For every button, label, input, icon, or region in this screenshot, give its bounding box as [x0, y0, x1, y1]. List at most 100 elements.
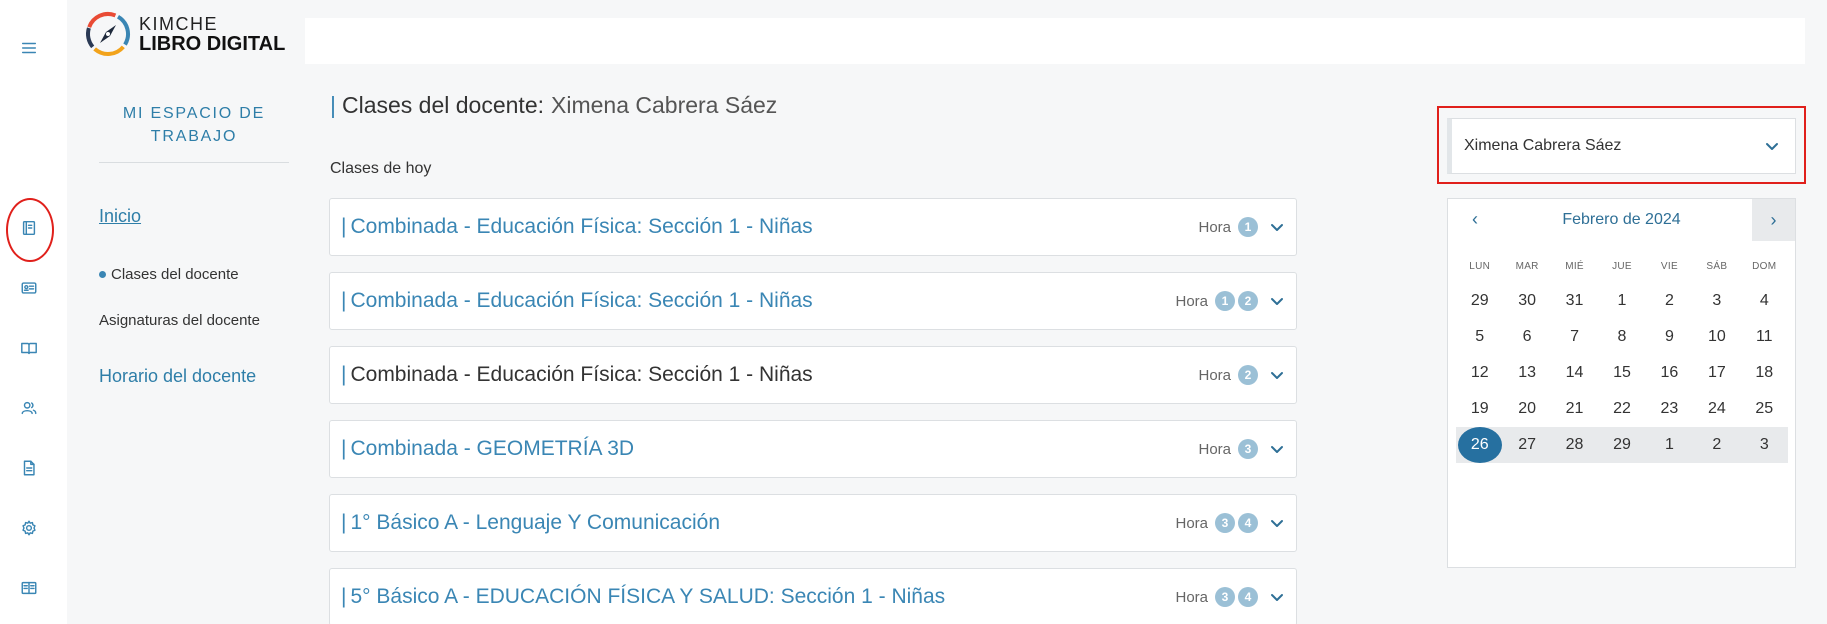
- workspace-title: MI ESPACIO DE TRABAJO: [122, 105, 266, 145]
- class-card[interactable]: | Combinada - Educación Física: Sección 1…: [329, 272, 1297, 330]
- calendar-day[interactable]: 29: [1598, 427, 1645, 463]
- users-icon[interactable]: [19, 398, 39, 418]
- teacher-select[interactable]: Ximena Cabrera Sáez: [1447, 118, 1796, 174]
- class-card[interactable]: | Combinada - GEOMETRÍA 3D Hora 3: [329, 420, 1297, 478]
- calendar-day[interactable]: 3: [1741, 427, 1788, 463]
- nav-asignaturas-docente[interactable]: Asignaturas del docente: [99, 312, 260, 329]
- calendar-day[interactable]: 10: [1693, 319, 1740, 355]
- teacher-select-value: Ximena Cabrera Sáez: [1464, 137, 1622, 154]
- calendar-day[interactable]: 6: [1503, 319, 1550, 355]
- calendar-day[interactable]: 2: [1693, 427, 1740, 463]
- calendar-day[interactable]: 16: [1646, 355, 1693, 391]
- calendar-day[interactable]: 4: [1741, 283, 1788, 319]
- calendar-day[interactable]: 25: [1741, 391, 1788, 427]
- logo-line-2: LIBRO DIGITAL: [139, 32, 286, 55]
- class-card[interactable]: | 1° Básico A - Lenguaje Y Comunicación H…: [329, 494, 1297, 552]
- page-title-name: Ximena Cabrera Sáez: [551, 92, 778, 118]
- divider: [99, 162, 289, 163]
- calendar-day[interactable]: 7: [1551, 319, 1598, 355]
- calendar-day[interactable]: 22: [1598, 391, 1645, 427]
- hour-badge: 2: [1238, 365, 1258, 385]
- hour-badge: 3: [1238, 439, 1258, 459]
- calendar-day[interactable]: 3: [1693, 283, 1740, 319]
- calendar-day[interactable]: 17: [1693, 355, 1740, 391]
- app-logo[interactable]: KIMCHE LIBRO DIGITAL: [85, 10, 285, 58]
- class-title: Combinada - Educación Física: Sección 1 …: [350, 363, 813, 386]
- calendar-next-button[interactable]: ›: [1752, 199, 1795, 241]
- calendar-day[interactable]: 11: [1741, 319, 1788, 355]
- hora-label: Hora: [1198, 366, 1231, 384]
- calendar-day[interactable]: 29: [1456, 283, 1503, 319]
- chevron-down-icon[interactable]: [1270, 294, 1284, 308]
- calendar-day[interactable]: 19: [1456, 391, 1503, 427]
- class-card[interactable]: | 5° Básico A - EDUCACIÓN FÍSICA Y SALUD:…: [329, 568, 1297, 624]
- calendar-month-label[interactable]: Febrero de 2024: [1562, 211, 1680, 229]
- selected-day-number: 26: [1470, 436, 1489, 453]
- id-card-icon[interactable]: [19, 278, 39, 298]
- calendar-day[interactable]: 5: [1456, 319, 1503, 355]
- calendar-day[interactable]: 9: [1646, 319, 1693, 355]
- calendar-day[interactable]: 31: [1551, 283, 1598, 319]
- hora-label: Hora: [1198, 218, 1231, 236]
- calendar-day[interactable]: 15: [1598, 355, 1645, 391]
- calendar-week-current: 26 27 28 29 1 2 3: [1456, 427, 1788, 463]
- calendar-day[interactable]: 18: [1741, 355, 1788, 391]
- chevron-down-icon: [1765, 139, 1779, 153]
- class-title: 1° Básico A - Lenguaje Y Comunicación: [350, 511, 720, 534]
- calendar-day[interactable]: 1: [1646, 427, 1693, 463]
- hora-label: Hora: [1175, 514, 1208, 532]
- calendar-day[interactable]: 27: [1503, 427, 1550, 463]
- calendar-day[interactable]: 30: [1503, 283, 1550, 319]
- workspace-nav: MI ESPACIO DE TRABAJO Inicio Clases del …: [67, 64, 322, 624]
- nav-clases-label: Clases del docente: [111, 266, 239, 283]
- weekday-label: DOM: [1752, 261, 1777, 272]
- calendar-day[interactable]: 20: [1503, 391, 1550, 427]
- calendar-day[interactable]: 13: [1503, 355, 1550, 391]
- chevron-down-icon[interactable]: [1270, 220, 1284, 234]
- calendar-day[interactable]: 1: [1598, 283, 1645, 319]
- calendar-day[interactable]: 23: [1646, 391, 1693, 427]
- nav-clases-docente[interactable]: Clases del docente: [99, 266, 239, 283]
- calendar-week: 29 30 31 1 2 3 4: [1456, 283, 1788, 319]
- icon-rail: [0, 0, 67, 624]
- calendar-day[interactable]: 2: [1646, 283, 1693, 319]
- calendar-week: 19 20 21 22 23 24 25: [1456, 391, 1788, 427]
- calendar-week: 5 6 7 8 9 10 11: [1456, 319, 1788, 355]
- hour-badge: 3: [1215, 587, 1235, 607]
- hour-badge: 4: [1238, 513, 1258, 533]
- calendar-weekdays: LUN MAR MIÉ JUE VIE SÁB DOM: [1456, 261, 1788, 283]
- calendar-day[interactable]: 8: [1598, 319, 1645, 355]
- calendar-day[interactable]: 12: [1456, 355, 1503, 391]
- class-card[interactable]: | Combinada - Educación Física: Sección 1…: [329, 198, 1297, 256]
- hora-label: Hora: [1175, 588, 1208, 606]
- calendar-prev-button[interactable]: ‹: [1464, 209, 1486, 230]
- hour-badge: 1: [1238, 217, 1258, 237]
- top-bar: [305, 18, 1805, 64]
- chevron-down-icon[interactable]: [1270, 442, 1284, 456]
- weekday-label: MIÉ: [1565, 261, 1584, 272]
- calendar-day[interactable]: 28: [1551, 427, 1598, 463]
- chevron-down-icon[interactable]: [1270, 516, 1284, 530]
- weekday-label: MAR: [1515, 261, 1539, 272]
- section-title: Clases de hoy: [330, 160, 432, 177]
- page-title-prefix: Clases del docente:: [341, 92, 544, 118]
- hora-label: Hora: [1175, 292, 1208, 310]
- chevron-down-icon[interactable]: [1270, 590, 1284, 604]
- gear-icon[interactable]: [19, 518, 39, 538]
- calendar-day-selected[interactable]: 26: [1456, 427, 1503, 463]
- nav-inicio-link[interactable]: Inicio: [99, 206, 141, 227]
- menu-icon[interactable]: [19, 38, 39, 58]
- calendar-day[interactable]: 14: [1551, 355, 1598, 391]
- class-card[interactable]: | Combinada - Educación Física: Sección 1…: [329, 346, 1297, 404]
- weekday-label: LUN: [1469, 261, 1491, 272]
- calendar-day[interactable]: 21: [1551, 391, 1598, 427]
- open-book-icon[interactable]: [19, 338, 39, 358]
- calendar-day[interactable]: 24: [1693, 391, 1740, 427]
- nav-horario-docente[interactable]: Horario del docente: [99, 366, 256, 387]
- compass-logo-icon: [86, 12, 130, 56]
- book-icon[interactable]: [19, 218, 39, 238]
- reading-book-icon[interactable]: [19, 578, 39, 598]
- document-icon[interactable]: [19, 458, 39, 478]
- calendar-week: 12 13 14 15 16 17 18: [1456, 355, 1788, 391]
- chevron-down-icon[interactable]: [1270, 368, 1284, 382]
